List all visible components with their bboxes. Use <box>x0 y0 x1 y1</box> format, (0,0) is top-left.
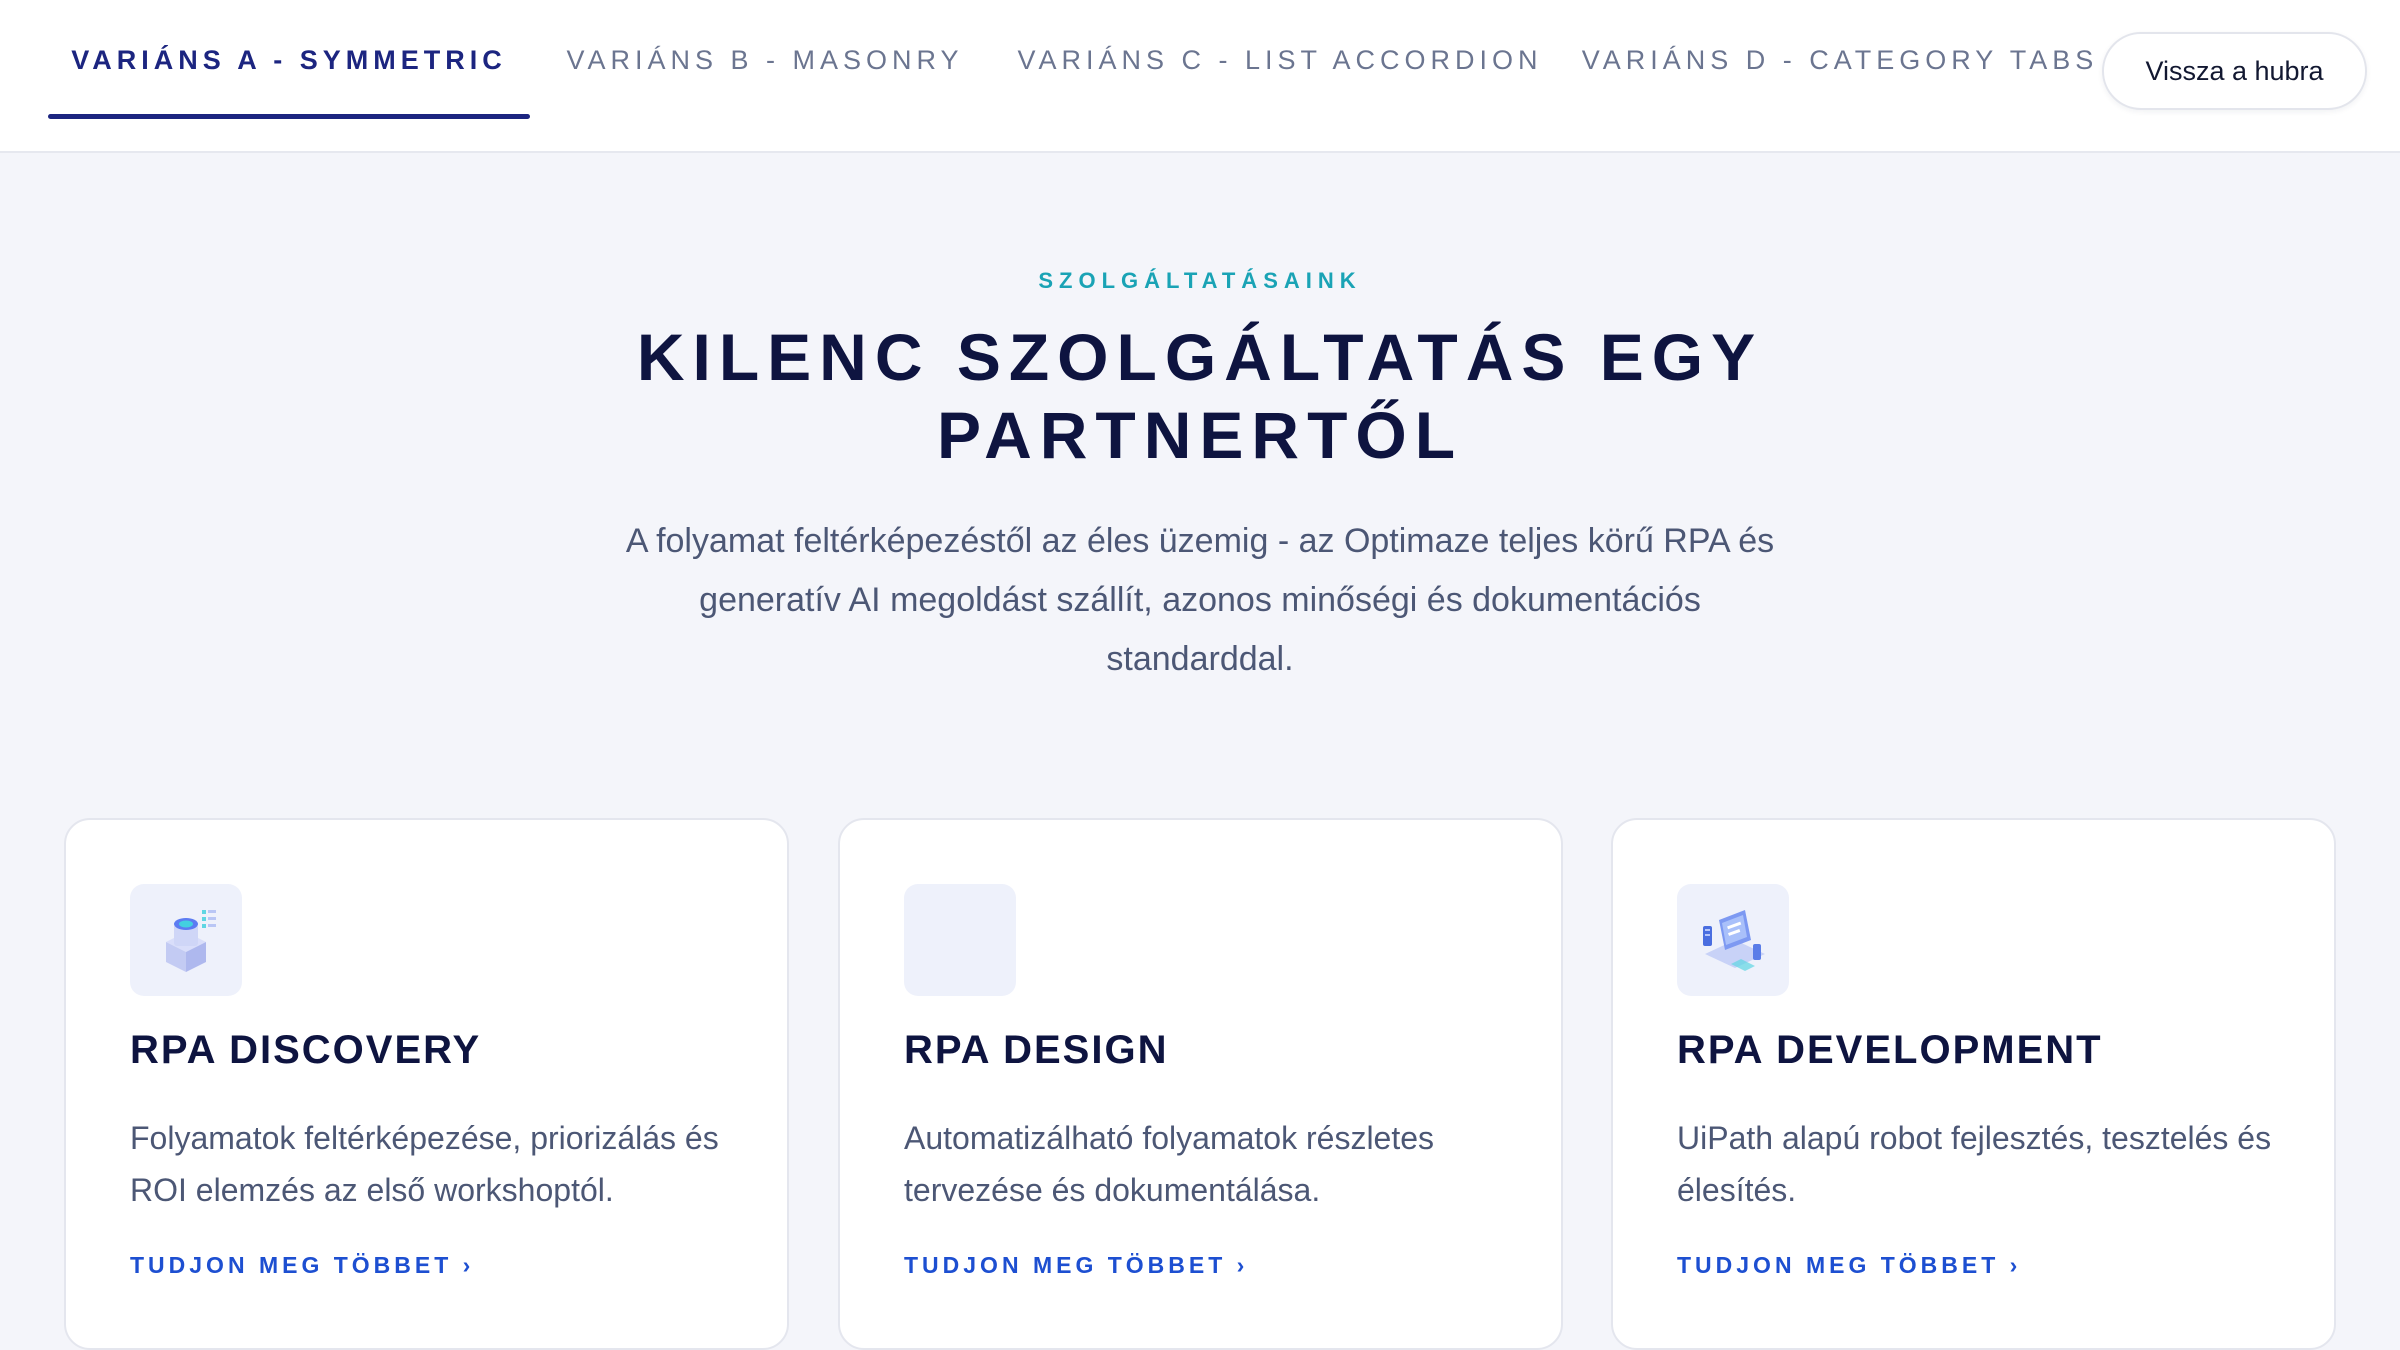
card-description: UiPath alapú robot fejlesztés, tesztelés… <box>1677 1120 2272 1208</box>
tab-variant-b[interactable]: VARIÁNS B - MASONRY <box>560 0 970 120</box>
learn-more-link[interactable]: TUDJON MEG TÖBBET › <box>130 1252 474 1279</box>
card-title: RPA DESIGN <box>904 1028 1169 1072</box>
page-subtitle: A folyamat feltérképezéstől az éles üzem… <box>625 522 1775 678</box>
laptop-devices-icon <box>1677 884 1789 996</box>
tab-variant-d[interactable]: VARIÁNS D - CATEGORY TABS <box>1582 0 2094 120</box>
design-placeholder-icon <box>904 884 1016 996</box>
section-eyebrow: SZOLGÁLTATÁSAINK <box>1038 268 1362 293</box>
service-card-rpa-discovery[interactable]: RPA DISCOVERY Folyamatok feltérképezése,… <box>64 818 789 1350</box>
card-title: RPA DEVELOPMENT <box>1677 1028 2103 1072</box>
tab-variant-c[interactable]: VARIÁNS C - LIST ACCORDION <box>1010 0 1550 120</box>
tab-variant-a[interactable]: VARIÁNS A - SYMMETRIC <box>48 0 530 120</box>
card-description: Automatizálható folyamatok részletes ter… <box>904 1120 1435 1208</box>
back-to-hub-button[interactable]: Vissza a hubra <box>2102 32 2367 110</box>
card-title: RPA DISCOVERY <box>130 1028 482 1072</box>
learn-more-link[interactable]: TUDJON MEG TÖBBET › <box>1677 1252 2021 1279</box>
page-title: KILENC SZOLGÁLTATÁS EGY PARTNERTŐL <box>636 320 1764 472</box>
server-isometric-icon <box>130 884 242 996</box>
active-tab-indicator <box>48 114 530 119</box>
learn-more-link[interactable]: TUDJON MEG TÖBBET › <box>904 1252 1248 1279</box>
card-description: Folyamatok feltérképezése, priorizálás é… <box>130 1120 719 1208</box>
top-navigation: VARIÁNS A - SYMMETRIC VARIÁNS B - MASONR… <box>0 0 2400 153</box>
service-card-rpa-design[interactable]: RPA DESIGN Automatizálható folyamatok ré… <box>838 818 1563 1350</box>
service-card-rpa-development[interactable]: RPA DEVELOPMENT UiPath alapú robot fejle… <box>1611 818 2336 1350</box>
